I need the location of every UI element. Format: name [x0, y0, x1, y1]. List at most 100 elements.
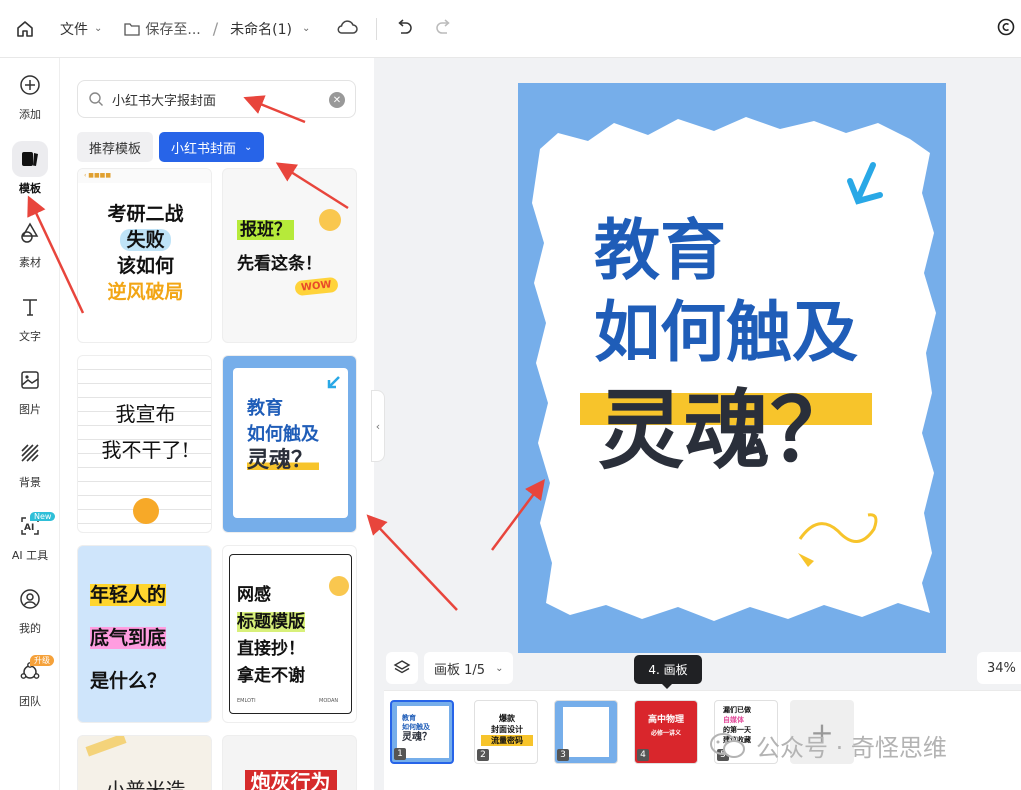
save-to-button[interactable]: 保存至... — [124, 19, 201, 39]
chevron-down-icon: ⌄ — [244, 141, 253, 153]
template-panel: 小红书大字报封面 ✕ 推荐模板 小红书封面 ⌄ ‹ ■■■■ 考研二战 失败 该… — [60, 58, 373, 790]
card-footer-right: MODAN — [319, 698, 339, 704]
tab-xiaohongshu-cover-label: 小红书封面 — [171, 141, 237, 157]
artboard-thumb-2[interactable]: 爆款 封面设计 流量密码 2 — [474, 700, 538, 764]
tab-recommend[interactable]: 推荐模板 — [77, 132, 154, 162]
home-icon — [17, 20, 33, 37]
cloud-sync-button[interactable] — [336, 19, 359, 39]
artboard-title-line-3[interactable]: 灵魂？ — [598, 381, 856, 481]
svg-text:AI: AI — [24, 523, 34, 533]
card-line: 我宣布 — [115, 402, 176, 426]
card-line: 失败 — [78, 227, 211, 253]
template-tabs: 推荐模板 小红书封面 ⌄ — [77, 132, 270, 162]
template-card-8[interactable]: 炮灰行为 — [222, 735, 357, 790]
thumb-line: 灵魂？ — [402, 732, 432, 743]
rail-item-material[interactable]: 素材 — [0, 212, 60, 272]
card-text-block: 我宣布 我不干了! — [78, 396, 211, 468]
rail-item-team[interactable]: 团队 升级 — [0, 651, 60, 711]
card-line: 是什么？ — [90, 670, 167, 692]
rail-item-image[interactable]: 图片 — [0, 359, 60, 419]
artboard-thumb-3[interactable]: 3 — [554, 700, 618, 764]
rail-label: 添加 — [19, 107, 41, 121]
arrow-down-left-icon — [327, 376, 340, 389]
card-top-bar: ‹ ■■■■ — [78, 169, 211, 183]
wow-sticker: WOW — [294, 276, 339, 297]
card-line: 考研二战 — [107, 203, 184, 225]
card-highlight-text: 年轻人的 — [90, 584, 167, 606]
folder-icon — [124, 22, 141, 36]
copyright-icon — [997, 18, 1015, 36]
file-menu-label: 文件 — [60, 21, 88, 38]
chevron-down-icon: ⌄ — [301, 23, 311, 34]
page-indicator-text: 画板 1/5 — [434, 662, 486, 678]
card-line: 如何触及 — [247, 424, 319, 445]
template-card-6[interactable]: 网感 标题模版 直接抄！ 拿走不谢 EMLOTI MODAN — [222, 545, 357, 723]
card-line: 直接抄！ — [237, 639, 305, 659]
clear-search-button[interactable]: ✕ — [329, 92, 345, 108]
undo-button[interactable] — [395, 18, 413, 39]
rail-label: 素材 — [19, 255, 41, 269]
left-rail: 添加 模板 素材 文字 图片 背景 AI AI 工具 New 我的 团队 升级 — [0, 58, 60, 790]
plus-circle-icon — [12, 67, 48, 103]
document-title[interactable]: 未命名(1) ⌄ — [230, 19, 310, 39]
card-footer-left: EMLOTI — [237, 698, 256, 704]
card-line: 小普米造 — [105, 778, 186, 790]
card-text-block: 网感 标题模版 直接抄！ 拿走不谢 — [237, 582, 305, 690]
card-line: 年轻人的 — [90, 574, 167, 617]
tab-xiaohongshu-cover[interactable]: 小红书封面 ⌄ — [159, 132, 265, 162]
layers-button[interactable] — [386, 652, 418, 684]
thumb-text: 爆款 封面设计 流量密码 — [481, 713, 533, 746]
user-icon — [12, 581, 48, 617]
artboard[interactable]: 教育 如何触及 灵魂？ — [518, 83, 946, 653]
artboard-thumb-1[interactable]: 教育 如何触及 灵魂？ 1 — [390, 700, 454, 764]
chevron-down-icon: ⌄ — [94, 23, 103, 34]
thumb-line: 流量密码 — [481, 735, 533, 746]
save-to-label: 保存至... — [145, 21, 201, 38]
rail-item-mine[interactable]: 我的 — [0, 578, 60, 638]
card-line: 网感 — [237, 585, 271, 605]
card-text-block: 炮灰行为 — [223, 766, 356, 790]
toolbar-divider — [376, 17, 378, 40]
thumb-number: 4 — [637, 749, 649, 761]
watermark: 公众号 · 奇怪思维 — [708, 728, 947, 763]
copyright-button[interactable] — [997, 18, 1015, 40]
template-card-2[interactable]: 报班？ 先看这条！ WOW — [222, 168, 357, 343]
chevron-down-icon: ⌄ — [495, 662, 504, 674]
template-card-4[interactable]: 教育 如何触及 灵魂？ — [222, 355, 357, 533]
zoom-level[interactable]: 34% — [977, 652, 1021, 684]
cloud-icon — [337, 19, 359, 34]
page-indicator[interactable]: 画板 1/5 ⌄ — [424, 652, 514, 684]
card-text-block: 考研二战 失败 该如何 逆风破局 — [78, 201, 211, 305]
rail-item-ai[interactable]: AI AI 工具 New — [0, 505, 60, 565]
file-menu[interactable]: 文件 ⌄ — [60, 19, 102, 39]
search-icon — [89, 92, 103, 106]
text-t-icon — [12, 289, 48, 325]
artboard-title-line-2[interactable]: 如何触及 — [594, 293, 858, 373]
thumb-text: 教育 如何触及 灵魂？ — [402, 714, 432, 744]
artboard-title-line-1[interactable]: 教育 — [594, 211, 726, 291]
image-icon — [12, 362, 48, 398]
rail-label: 图片 — [19, 402, 41, 416]
home-button[interactable] — [0, 19, 50, 39]
rail-item-template[interactable]: 模板 — [0, 138, 60, 198]
collapse-panel-button[interactable]: ‹ — [371, 390, 385, 462]
rail-item-text[interactable]: 文字 — [0, 286, 60, 346]
card-highlight-text: 底气到底 — [90, 627, 167, 649]
template-card-3[interactable]: 我宣布 我不干了! — [77, 355, 212, 533]
template-card-1[interactable]: ‹ ■■■■ 考研二战 失败 该如何 逆风破局 — [77, 168, 212, 343]
thumb-line: 漏们已做 — [723, 706, 751, 714]
document-title-text: 未命名(1) — [230, 21, 292, 38]
thumb-line: 教育 — [402, 714, 416, 722]
rail-item-background[interactable]: 背景 — [0, 432, 60, 492]
template-card-7[interactable]: 小普米造 — [77, 735, 212, 790]
card-highlight-text: 失败 — [120, 229, 171, 251]
rail-item-add[interactable]: 添加 — [0, 64, 60, 124]
redo-button[interactable] — [435, 18, 453, 39]
card-line: 我不干了! — [101, 438, 190, 462]
artboard-thumb-4[interactable]: 高中物理 必修一讲义 4 — [634, 700, 698, 764]
card-highlight-text: 标题模版 — [237, 612, 305, 632]
template-search-input[interactable]: 小红书大字报封面 ✕ — [77, 80, 356, 118]
rail-label: 文字 — [19, 329, 41, 343]
template-card-5[interactable]: 年轻人的 底气到底 是什么？ — [77, 545, 212, 723]
card-text-block: 年轻人的 底气到底 是什么？ — [90, 574, 167, 703]
